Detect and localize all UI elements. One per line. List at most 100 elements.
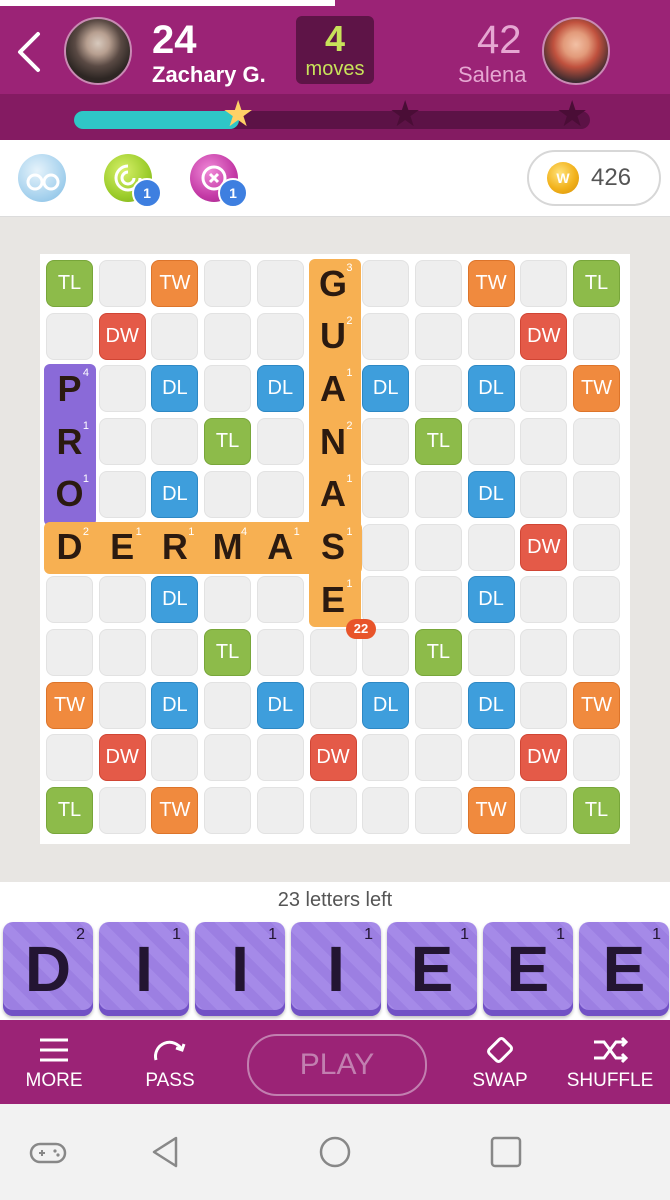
board-cell[interactable]	[204, 470, 252, 518]
rack-tile[interactable]: I1	[99, 922, 189, 1016]
board-cell[interactable]	[573, 628, 620, 676]
board-cell-tl[interactable]: TL	[414, 628, 462, 676]
board-cell[interactable]	[573, 470, 620, 518]
hindsight-powerup-icon[interactable]: 1	[190, 154, 248, 208]
swap-button[interactable]: SWAP	[464, 1034, 536, 1092]
board-cell-tl[interactable]: TL	[573, 260, 620, 307]
board-cell[interactable]	[256, 260, 304, 307]
board-cell[interactable]	[204, 365, 252, 413]
board-cell-dw[interactable]: DW	[98, 734, 146, 782]
board-cell[interactable]	[414, 787, 462, 834]
board-cell-dl[interactable]: DL	[256, 681, 304, 729]
board-cell[interactable]	[467, 312, 515, 360]
board-cell-tw[interactable]: TW	[151, 787, 199, 834]
board-cell-tl[interactable]: TL	[414, 418, 462, 466]
board-cell-dw[interactable]: DW	[520, 312, 568, 360]
board-cell[interactable]	[520, 787, 568, 834]
board-cell[interactable]	[256, 734, 304, 782]
board-cell-tl[interactable]: TL	[204, 628, 252, 676]
board-cell-dl[interactable]: DL	[151, 470, 199, 518]
board-cell[interactable]	[256, 312, 304, 360]
board-cell[interactable]	[46, 628, 93, 676]
more-button[interactable]: MORE	[18, 1034, 90, 1092]
board-cell-dl[interactable]: DL	[256, 365, 304, 413]
rack-tile[interactable]: I1	[291, 922, 381, 1016]
board-cell[interactable]	[573, 523, 620, 571]
board-cell-tw[interactable]: TW	[573, 681, 620, 729]
rack-tile[interactable]: E1	[483, 922, 573, 1016]
board-cell[interactable]	[204, 576, 252, 624]
board-cell[interactable]	[414, 523, 462, 571]
board-cell-dl[interactable]: DL	[467, 470, 515, 518]
board-cell[interactable]	[204, 681, 252, 729]
board-cell[interactable]	[520, 260, 568, 307]
home-circle-icon[interactable]	[317, 1134, 353, 1170]
board-cell[interactable]	[520, 576, 568, 624]
board-cell-tl[interactable]: TL	[46, 787, 93, 834]
rack-tile[interactable]: E1	[387, 922, 477, 1016]
board-cell[interactable]	[414, 365, 462, 413]
board-cell[interactable]	[151, 312, 199, 360]
recents-square-icon[interactable]	[488, 1134, 524, 1170]
board-cell-dw[interactable]: DW	[98, 312, 146, 360]
board-cell-dl[interactable]: DL	[467, 365, 515, 413]
board-cell[interactable]	[151, 628, 199, 676]
board-cell[interactable]	[98, 418, 146, 466]
board-cell[interactable]	[46, 576, 93, 624]
board-cell[interactable]	[256, 470, 304, 518]
board-cell-dl[interactable]: DL	[467, 576, 515, 624]
board-cell[interactable]	[362, 260, 410, 307]
board-cell[interactable]	[467, 734, 515, 782]
play-button[interactable]: PLAY	[247, 1034, 427, 1096]
board-cell[interactable]	[414, 260, 462, 307]
player-avatar[interactable]	[64, 17, 132, 85]
board-cell-tw[interactable]: TW	[151, 260, 199, 307]
board-cell[interactable]	[520, 628, 568, 676]
board-cell[interactable]	[520, 418, 568, 466]
back-arrow-icon[interactable]	[10, 28, 50, 76]
board-cell[interactable]	[204, 312, 252, 360]
gamepad-icon[interactable]	[28, 1134, 68, 1170]
board-cell[interactable]	[362, 470, 410, 518]
board-cell[interactable]	[204, 260, 252, 307]
swap-powerup-icon[interactable]	[18, 154, 66, 202]
board-cell[interactable]	[414, 312, 462, 360]
board-cell[interactable]	[98, 365, 146, 413]
board-cell-tw[interactable]: TW	[573, 365, 620, 413]
opponent-avatar[interactable]	[542, 17, 610, 85]
board-cell[interactable]	[414, 734, 462, 782]
board-cell[interactable]	[362, 787, 410, 834]
board-cell[interactable]	[309, 681, 357, 729]
board-cell[interactable]	[573, 576, 620, 624]
board-cell-dl[interactable]: DL	[362, 365, 410, 413]
board-cell-tw[interactable]: TW	[467, 787, 515, 834]
radar-powerup-icon[interactable]: 1	[104, 154, 162, 208]
board-cell[interactable]	[520, 470, 568, 518]
board-cell-dw[interactable]: DW	[309, 734, 357, 782]
board-cell-tl[interactable]: TL	[204, 418, 252, 466]
board-cell[interactable]	[256, 418, 304, 466]
board-cell-dl[interactable]: DL	[151, 576, 199, 624]
board-cell[interactable]	[204, 734, 252, 782]
board-cell[interactable]	[467, 628, 515, 676]
board-cell-dl[interactable]: DL	[151, 365, 199, 413]
board-cell[interactable]	[204, 787, 252, 834]
board-cell-tw[interactable]: TW	[46, 681, 93, 729]
rack-tile[interactable]: I1	[195, 922, 285, 1016]
board-cell-dl[interactable]: DL	[151, 681, 199, 729]
board-cell[interactable]	[98, 628, 146, 676]
board-cell-tw[interactable]: TW	[467, 260, 515, 307]
board-cell[interactable]	[362, 734, 410, 782]
rack-tile[interactable]: E1	[579, 922, 669, 1016]
board-cell-dl[interactable]: DL	[467, 681, 515, 729]
board-cell[interactable]	[467, 418, 515, 466]
board-cell[interactable]	[98, 260, 146, 307]
board-cell[interactable]	[98, 787, 146, 834]
board-cell[interactable]	[309, 787, 357, 834]
board-cell[interactable]	[520, 681, 568, 729]
board-cell[interactable]	[362, 312, 410, 360]
shuffle-button[interactable]: SHUFFLE	[566, 1034, 654, 1092]
board-cell[interactable]	[467, 523, 515, 571]
board-cell[interactable]	[256, 576, 304, 624]
board-cell-tl[interactable]: TL	[46, 260, 93, 307]
